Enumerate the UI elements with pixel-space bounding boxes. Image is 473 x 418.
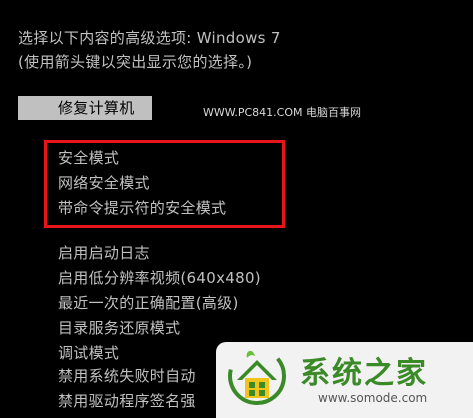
option-last-known-good[interactable]: 最近一次的正确配置(高级) xyxy=(58,293,239,313)
option-disable-auto-restart[interactable]: 禁用系统失败时自动 xyxy=(58,366,196,386)
option-repair-computer[interactable]: 修复计算机 xyxy=(58,98,135,118)
logo-url: www.somode.com xyxy=(318,391,428,405)
watermark-pc841: WWW.PC841.COM 电脑百事网 xyxy=(203,106,361,119)
instruction-text: (使用箭头键以突出显示您的选择。) xyxy=(18,53,253,71)
boot-options-screen: 选择以下内容的高级选项: Windows 7 (使用箭头键以突出显示您的选择。)… xyxy=(0,0,473,418)
option-boot-logging[interactable]: 启用启动日志 xyxy=(58,243,150,263)
option-safe-mode-command-prompt[interactable]: 带命令提示符的安全模式 xyxy=(58,198,226,218)
option-safe-mode-networking[interactable]: 网络安全模式 xyxy=(58,173,150,193)
option-safe-mode[interactable]: 安全模式 xyxy=(58,148,119,168)
option-directory-services-restore[interactable]: 目录服务还原模式 xyxy=(58,318,180,338)
option-debugging-mode[interactable]: 调试模式 xyxy=(58,343,119,363)
option-disable-driver-signature[interactable]: 禁用驱动程序签名强 xyxy=(58,391,196,411)
option-low-resolution-video[interactable]: 启用低分辨率视频(640x480) xyxy=(58,268,261,288)
screen-title: 选择以下内容的高级选项: Windows 7 xyxy=(18,29,281,47)
logo-title: 系统之家 xyxy=(300,356,428,391)
house-logo-icon xyxy=(228,347,286,405)
